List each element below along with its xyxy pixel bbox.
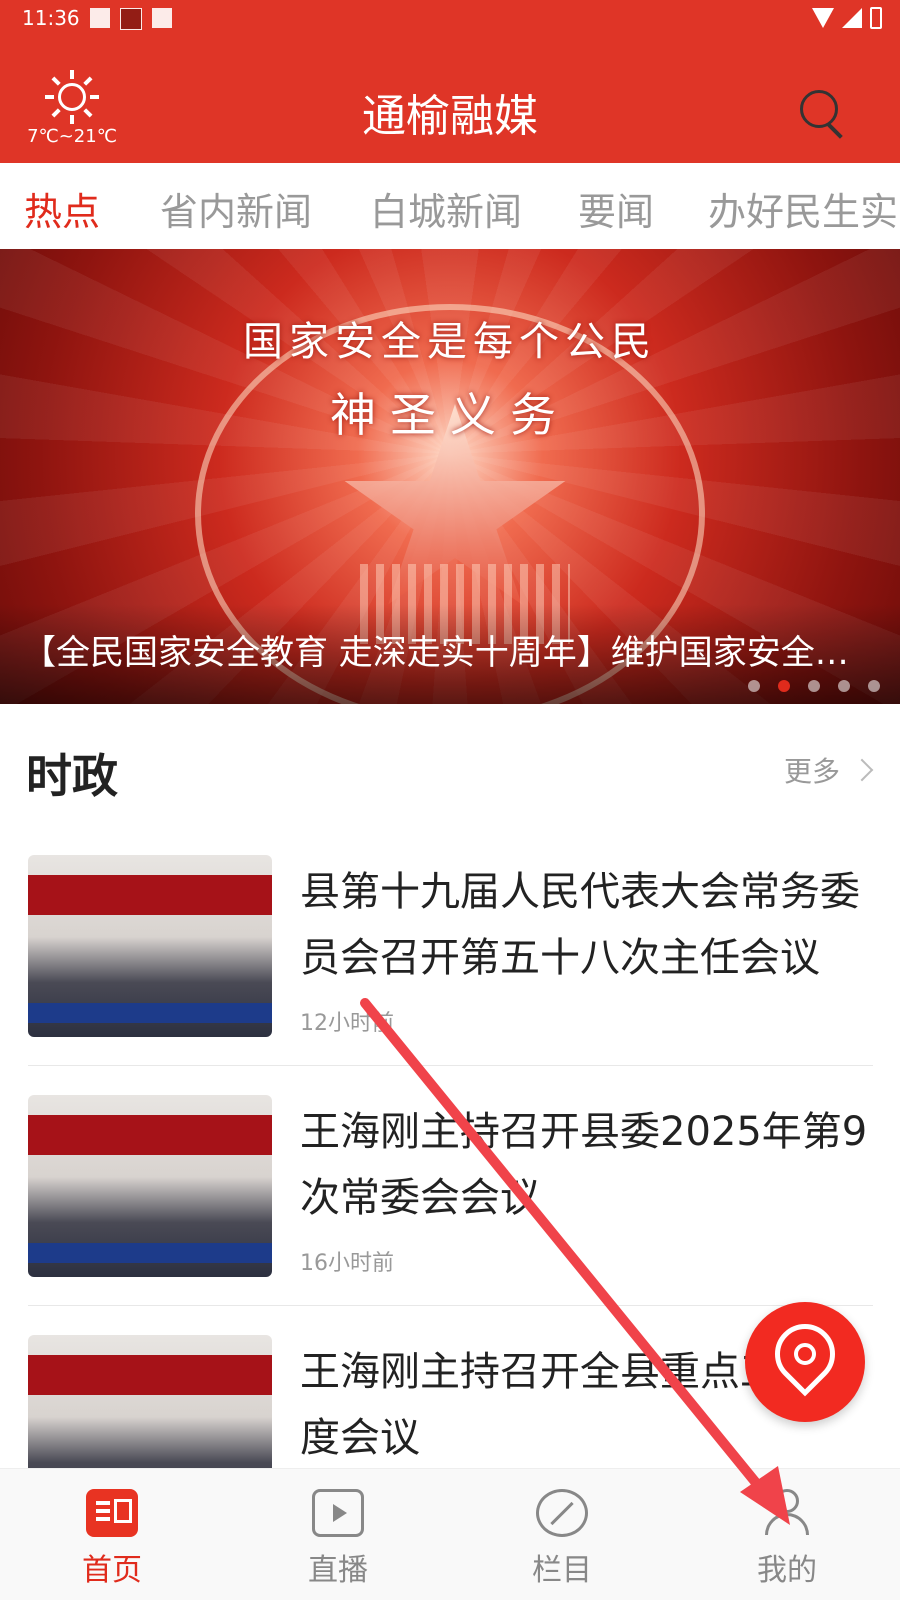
battery-icon [870,7,882,29]
nav-profile[interactable]: 我的 [727,1489,847,1589]
carousel-dot-active[interactable] [778,680,790,692]
bottom-nav: 首页 直播 栏目 我的 [0,1468,900,1600]
more-link[interactable]: 更多 [783,750,874,790]
image-icon [90,8,110,28]
nav-profile-label: 我的 [757,1553,817,1588]
status-bar: 11:36 [0,0,900,36]
app-title: 通榆融媒 [362,91,538,142]
app-icon [120,8,142,30]
chevron-right-icon [850,758,874,782]
signal-icon [842,8,862,28]
carousel-dot[interactable] [748,680,760,692]
more-label: 更多 [783,755,840,788]
search-icon[interactable] [800,90,848,139]
hero-banner[interactable]: 国家安全是每个公民 神圣义务 【全民国家安全教育 走深走实十周年】维护国家安全… [0,249,900,704]
column-icon [536,1489,588,1537]
location-fab[interactable] [745,1302,865,1422]
banner-headline-1: 国家安全是每个公民 [243,319,657,365]
tab-key-news[interactable]: 要闻 [578,181,654,236]
news-thumbnail [28,1335,272,1468]
app-header: 7℃~21℃ 通榆融媒 [0,36,900,163]
news-time: 12小时前 [300,1011,394,1036]
section-title: 时政 [26,749,118,803]
tab-livelihood[interactable]: 办好民生实 [708,181,898,236]
nav-home[interactable]: 首页 [52,1489,172,1589]
location-pin-icon [762,1311,848,1397]
wifi-icon [812,8,834,28]
carousel-dot[interactable] [868,680,880,692]
banner-headline-2: 神圣义务 [330,388,570,442]
news-thumbnail [28,855,272,1037]
news-item[interactable]: 县第十九届人民代表大会常务委员会召开第五十八次主任会议 12小时前 [28,855,873,1037]
news-time: 16小时前 [300,1251,394,1276]
news-title: 王海刚主持召开县委2025年第9次常委会会议 [300,1109,868,1221]
news-title: 县第十九届人民代表大会常务委员会召开第五十八次主任会议 [300,869,860,981]
a-icon [152,8,172,28]
home-icon [86,1489,138,1537]
nav-live[interactable]: 直播 [278,1489,398,1589]
notification-icons [90,8,172,30]
category-tabs: 热点 省内新闻 白城新闻 要闻 办好民生实 [0,163,900,249]
nav-home-label: 首页 [82,1553,142,1588]
news-thumbnail [28,1095,272,1277]
tab-province-news[interactable]: 省内新闻 [160,181,312,236]
carousel-dot[interactable] [838,680,850,692]
nav-columns[interactable]: 栏目 [502,1489,622,1589]
status-right [812,7,882,29]
tab-hot[interactable]: 热点 [24,181,100,236]
nav-live-label: 直播 [308,1553,368,1588]
profile-icon [761,1489,813,1537]
nav-columns-label: 栏目 [532,1553,592,1588]
live-icon [312,1489,364,1537]
carousel-dots[interactable] [748,680,880,692]
banner-caption: 【全民国家安全教育 走深走实十周年】维护国家安全… [22,633,849,673]
divider [28,1305,873,1306]
divider [28,1065,873,1066]
tab-baicheng-news[interactable]: 白城新闻 [370,181,522,236]
carousel-dot[interactable] [808,680,820,692]
status-time: 11:36 [22,6,80,30]
news-item[interactable]: 王海刚主持召开县委2025年第9次常委会会议 16小时前 [28,1095,873,1277]
